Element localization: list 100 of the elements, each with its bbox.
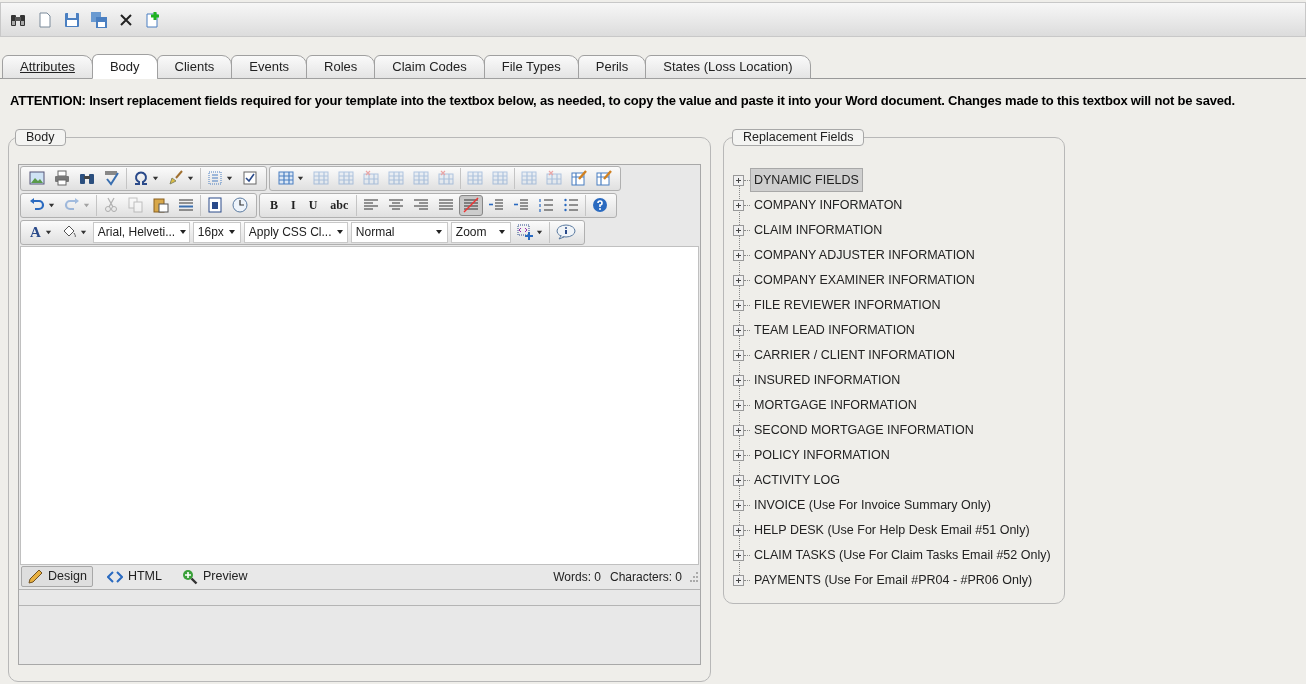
align-right-icon — [413, 197, 430, 213]
resize-grip-icon — [688, 571, 698, 582]
tree-item[interactable]: MORTGAGE INFORMATION — [750, 392, 921, 418]
tree-item[interactable]: COMPANY ADJUSTER INFORMATION — [750, 242, 979, 268]
caret-icon — [434, 228, 443, 236]
tree-item[interactable]: FILE REVIEWER INFORMATION — [750, 292, 945, 318]
tree-item[interactable]: CLAIM INFORMATION — [750, 217, 887, 243]
tab[interactable]: Attributes — [2, 55, 93, 79]
checkbox-icon — [242, 170, 258, 186]
redo-icon — [64, 197, 80, 213]
help-icon — [592, 197, 609, 213]
indent-icon — [513, 197, 530, 213]
toolbar-button[interactable]: B — [264, 194, 284, 216]
table-icon — [492, 170, 508, 186]
tab[interactable]: File Types — [483, 55, 579, 79]
magnifier-icon — [181, 568, 198, 585]
expand-icon[interactable] — [733, 324, 744, 336]
tree-item[interactable]: ACTIVITY LOG — [750, 467, 844, 493]
dropdown-select[interactable]: Apply CSS Cl... — [243, 221, 348, 243]
caret-icon — [297, 174, 304, 182]
tree-item[interactable]: INSURED INFORMATION — [750, 367, 905, 393]
expand-icon[interactable] — [733, 249, 744, 261]
mode-tab[interactable]: HTML — [100, 566, 168, 587]
tree-item[interactable]: DYNAMIC FIELDS — [750, 167, 863, 193]
tree-item[interactable]: TEAM LEAD INFORMATION — [750, 317, 919, 343]
expand-icon[interactable] — [733, 374, 744, 386]
code-icon — [106, 568, 123, 585]
tree-item[interactable]: CLAIM TASKS (Use For Claim Tasks Email #52 Only) — [750, 542, 1055, 568]
caret-icon — [83, 201, 90, 209]
tab[interactable]: Roles — [306, 55, 376, 79]
format-letter: abc — [329, 198, 350, 212]
tab[interactable]: Claim Codes — [374, 55, 485, 79]
tab[interactable]: States (Loss Location) — [645, 55, 811, 79]
caret-icon — [227, 228, 236, 236]
attention-message: ATTENTION: Insert replacement fields required for your template into the textbox below, as needed, to copy the value and paste it into your Word document. Changes made to this textbox will not be saved. — [10, 92, 1236, 110]
tab[interactable]: Events — [231, 55, 308, 79]
tree-item[interactable]: CARRIER / CLIENT INFORMATION — [750, 342, 959, 368]
brush-icon — [168, 170, 184, 186]
tree-item[interactable]: COMPANY INFORMATON — [750, 192, 907, 218]
expand-icon[interactable] — [733, 349, 744, 361]
panel-legend: Replacement Fields — [732, 128, 865, 146]
table-icon — [338, 170, 354, 186]
caret-icon — [44, 228, 52, 236]
align-center-icon — [388, 197, 405, 213]
expand-icon[interactable] — [733, 449, 744, 461]
table-delete-icon — [546, 170, 562, 186]
horizontal-rule-icon — [178, 197, 194, 213]
expand-icon[interactable] — [733, 274, 744, 286]
numbered-list-icon — [538, 197, 555, 213]
tree-item[interactable]: POLICY INFORMATION — [750, 442, 894, 468]
mode-tab[interactable]: Preview — [175, 566, 254, 587]
tree-item[interactable]: SECOND MORTGAGE INFORMATION — [750, 417, 978, 443]
toolbar-button[interactable]: I — [285, 194, 302, 216]
table-icon — [521, 170, 537, 186]
expand-icon[interactable] — [733, 549, 744, 561]
tree-item[interactable]: INVOICE (Use For Invoice Summary Only) — [750, 492, 995, 518]
word-count: Words: 0 — [553, 568, 601, 586]
tree-item[interactable]: COMPANY EXAMINER INFORMATION — [750, 267, 979, 293]
character-count: Characters: 0 — [609, 568, 682, 586]
align-left-icon — [363, 197, 380, 213]
expand-icon[interactable] — [733, 174, 744, 186]
dropdown-select[interactable]: Zoom — [450, 221, 511, 243]
expand-icon[interactable] — [733, 499, 744, 511]
mode-tab[interactable]: Design — [21, 566, 93, 587]
table-edit-icon — [571, 170, 587, 186]
tree-item[interactable]: PAYMENTS (Use For Email #PR04 - #PR06 Only) — [750, 567, 1037, 593]
table-delete-icon — [438, 170, 454, 186]
module-icon — [207, 197, 223, 213]
expand-icon[interactable] — [733, 399, 744, 411]
toolbar-button[interactable]: U — [302, 194, 324, 216]
caret-icon — [48, 201, 55, 209]
bullet-list-icon — [563, 197, 580, 213]
toolbar-button[interactable]: abc — [324, 194, 355, 216]
expand-icon[interactable] — [733, 199, 744, 211]
caret-icon — [79, 228, 87, 236]
table-delete-icon — [363, 170, 379, 186]
format-letter: I — [290, 198, 297, 212]
save-all-icon — [90, 10, 108, 29]
expand-icon[interactable] — [733, 224, 744, 236]
expand-icon[interactable] — [733, 299, 744, 311]
dropdown-select[interactable]: Normal — [350, 221, 448, 243]
spellcheck-icon — [104, 170, 120, 186]
tab[interactable]: Perils — [577, 55, 647, 79]
toolbar-button[interactable]: A — [25, 221, 56, 243]
tree-item[interactable]: HELP DESK (Use For Help Desk Email #51 Only) — [750, 517, 1034, 543]
expand-icon[interactable] — [733, 474, 744, 486]
caret-icon — [335, 228, 344, 236]
expand-icon[interactable] — [733, 424, 744, 436]
clock-icon — [232, 197, 248, 213]
tab[interactable]: Body — [91, 54, 158, 79]
omega-icon — [133, 170, 149, 186]
expand-icon[interactable] — [733, 524, 744, 536]
dropdown-select[interactable]: Arial, Helveti... — [92, 221, 190, 243]
printer-icon — [54, 170, 70, 186]
caret-icon — [535, 228, 543, 236]
image-icon — [29, 170, 45, 186]
tab[interactable]: Clients — [156, 55, 233, 79]
expand-icon[interactable] — [733, 574, 744, 586]
dropdown-select[interactable]: 16px — [192, 221, 241, 243]
pencil-icon — [27, 568, 43, 585]
